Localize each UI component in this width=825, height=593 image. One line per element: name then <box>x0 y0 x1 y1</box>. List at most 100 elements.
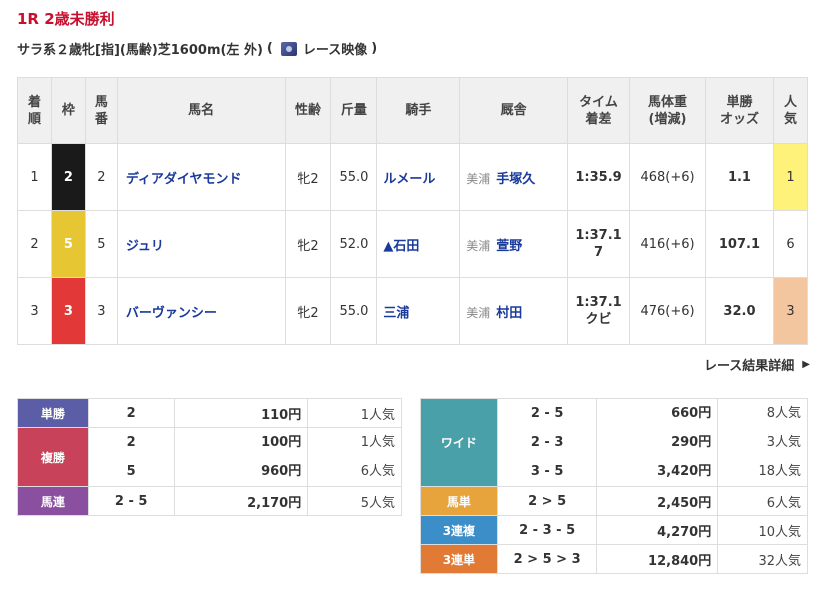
payout-number-item: 5 <box>126 464 136 479</box>
header-time: タイム 着差 <box>567 77 631 144</box>
result-row: 2 5 5 ジュリ 牝2 52.0 ▲石田 美浦 萱野 1:37.1 7 416(+… <box>17 210 809 278</box>
payout-row-sanrentan: 3連単 2 > 5 > 3 12,840円 32人気 <box>420 544 808 574</box>
payout-popularity-item: 1人気 <box>360 435 395 450</box>
triangle-right-icon: ▶ <box>802 359 810 370</box>
payout-popularity: 32人気 <box>717 544 808 574</box>
rank-cell: 2 <box>17 210 52 278</box>
header-rank: 着 順 <box>17 77 52 144</box>
waku-cell: 2 <box>50 143 86 211</box>
trainer-link[interactable]: 萱野 <box>496 239 522 254</box>
body-weight-cell: 416(+6) <box>629 210 706 278</box>
video-icon[interactable] <box>280 41 297 56</box>
payout-numbers: 2 <box>87 398 175 428</box>
payout-numbers: 2 > 5 <box>496 486 598 516</box>
jockey-link[interactable]: ルメール <box>376 143 461 211</box>
header-waku: 枠 <box>50 77 86 144</box>
payout-numbers: 2 - 3 - 5 <box>496 515 598 545</box>
payout-row-tansho: 単勝 2 110円 1人気 <box>17 398 402 428</box>
payout-popularity: 1人気 <box>307 398 402 428</box>
body-weight-cell: 468(+6) <box>629 143 706 211</box>
finish-margin: 7 <box>594 245 604 260</box>
payout-row-umatan: 馬単 2 > 5 2,450円 6人気 <box>420 486 808 516</box>
race-title: 1R 2歳未勝利 <box>17 10 115 28</box>
jockey-link[interactable]: 三浦 <box>376 277 461 345</box>
bet-type-wide: ワイド <box>420 398 498 487</box>
payout-amount-item: 3,420円 <box>657 464 712 479</box>
payout-row-fukusho: 複勝 25 100円 960円 1人気 6人気 <box>17 427 402 487</box>
bet-type-fukusho: 複勝 <box>17 427 89 487</box>
video-close-paren: ) <box>371 41 378 56</box>
payout-popularity: 5人気 <box>307 486 402 516</box>
stable-location: 美浦 <box>466 238 491 253</box>
payout-popularity: 10人気 <box>717 515 808 545</box>
horse-name-link[interactable]: バーヴァンシー <box>116 277 286 345</box>
finish-time: 1:37.1 <box>575 228 622 243</box>
time-cell: 1:37.1 7 <box>567 210 631 278</box>
payout-numbers: 2 - 5 2 - 3 3 - 5 <box>496 398 598 487</box>
rank-cell: 1 <box>17 143 52 211</box>
result-row: 3 3 3 バーヴァンシー 牝2 55.0 三浦 美浦 村田 1:37.1 クビ 4… <box>17 277 809 345</box>
result-row: 1 2 2 ディアダイヤモンド 牝2 55.0 ルメール 美浦 手塚久 1:35.… <box>17 143 809 211</box>
popularity-cell: 6 <box>772 210 809 278</box>
umaban-cell: 2 <box>84 143 118 211</box>
payout-popularity: 1人気 6人気 <box>307 427 402 487</box>
stable-location: 美浦 <box>466 305 491 320</box>
stable-cell: 美浦 手塚久 <box>459 143 569 211</box>
payout-popularity: 6人気 <box>717 486 808 516</box>
trainer-link[interactable]: 手塚久 <box>496 172 535 187</box>
bet-type-umatan: 馬単 <box>420 486 498 516</box>
waku-cell: 3 <box>50 277 86 345</box>
odds-cell: 1.1 <box>704 143 774 211</box>
payout-numbers: 2 > 5 > 3 <box>496 544 598 574</box>
header-sex-age: 性齢 <box>284 77 332 144</box>
race-video-link[interactable]: レース映像 <box>303 39 367 58</box>
payout-amount-item: 100円 <box>261 435 302 450</box>
horse-name-link[interactable]: ディアダイヤモンド <box>116 143 286 211</box>
weight-cell: 55.0 <box>330 143 378 211</box>
stable-cell: 美浦 萱野 <box>459 210 569 278</box>
header-jockey: 騎手 <box>376 77 461 144</box>
payout-amount-item: 660円 <box>671 406 712 421</box>
finish-time: 1:35.9 <box>575 169 622 185</box>
jockey-link[interactable]: ▲石田 <box>376 210 461 278</box>
header-horse-name: 馬名 <box>116 77 286 144</box>
payout-number-item: 3 - 5 <box>530 464 564 479</box>
rank-cell: 3 <box>17 277 52 345</box>
stable-location: 美浦 <box>466 171 491 186</box>
weight-cell: 55.0 <box>330 277 378 345</box>
video-open-paren: ( <box>266 41 273 56</box>
finish-time: 1:37.1 <box>575 295 622 310</box>
race-detail-label[interactable]: レース結果詳細 <box>704 355 794 374</box>
header-odds: 単勝 オッズ <box>704 77 774 144</box>
payout-popularity: 8人気 3人気 18人気 <box>717 398 808 487</box>
payout-amount-item: 290円 <box>671 435 712 450</box>
trainer-link[interactable]: 村田 <box>496 306 522 321</box>
race-conditions: サラ系２歳牝[指](馬齢)芝1600m(左 外) ( レース映像 ) <box>17 39 381 58</box>
horse-name-link[interactable]: ジュリ <box>116 210 286 278</box>
payout-numbers: 2 - 5 <box>87 486 175 516</box>
bet-type-sanrenpuku: 3連複 <box>420 515 498 545</box>
umaban-cell: 3 <box>84 277 118 345</box>
stable-cell: 美浦 村田 <box>459 277 569 345</box>
race-detail-link[interactable]: レース結果詳細 ▶ <box>704 355 810 374</box>
payout-number-item: 2 <box>126 435 136 450</box>
payout-amount-item: 960円 <box>261 464 302 479</box>
popularity-cell: 1 <box>772 143 809 211</box>
payout-table-right: ワイド 2 - 5 2 - 3 3 - 5 660円 290円 3,420円 8人気 3人… <box>420 398 808 574</box>
sex-age-cell: 牝2 <box>284 143 332 211</box>
payout-table-left: 単勝 2 110円 1人気 複勝 25 100円 960円 1人気 6人気 馬連 2… <box>17 398 402 516</box>
bet-type-umaren: 馬連 <box>17 486 89 516</box>
odds-cell: 107.1 <box>704 210 774 278</box>
bet-type-sanrentan: 3連単 <box>420 544 498 574</box>
waku-badge: 2 <box>51 144 85 210</box>
results-table: 着 順 枠 馬 番 馬名 性齢 斤量 騎手 厩舎 タイム 着差 馬体重 (増減)… <box>17 77 809 345</box>
payout-numbers: 25 <box>87 427 175 487</box>
payout-amount: 2,170円 <box>173 486 309 516</box>
payout-amount: 660円 290円 3,420円 <box>596 398 719 487</box>
weight-cell: 52.0 <box>330 210 378 278</box>
body-weight-cell: 476(+6) <box>629 277 706 345</box>
time-cell: 1:37.1 クビ <box>567 277 631 345</box>
header-stable: 厩舎 <box>459 77 569 144</box>
payout-number-item: 2 - 5 <box>530 406 564 421</box>
waku-badge: 5 <box>51 211 85 277</box>
